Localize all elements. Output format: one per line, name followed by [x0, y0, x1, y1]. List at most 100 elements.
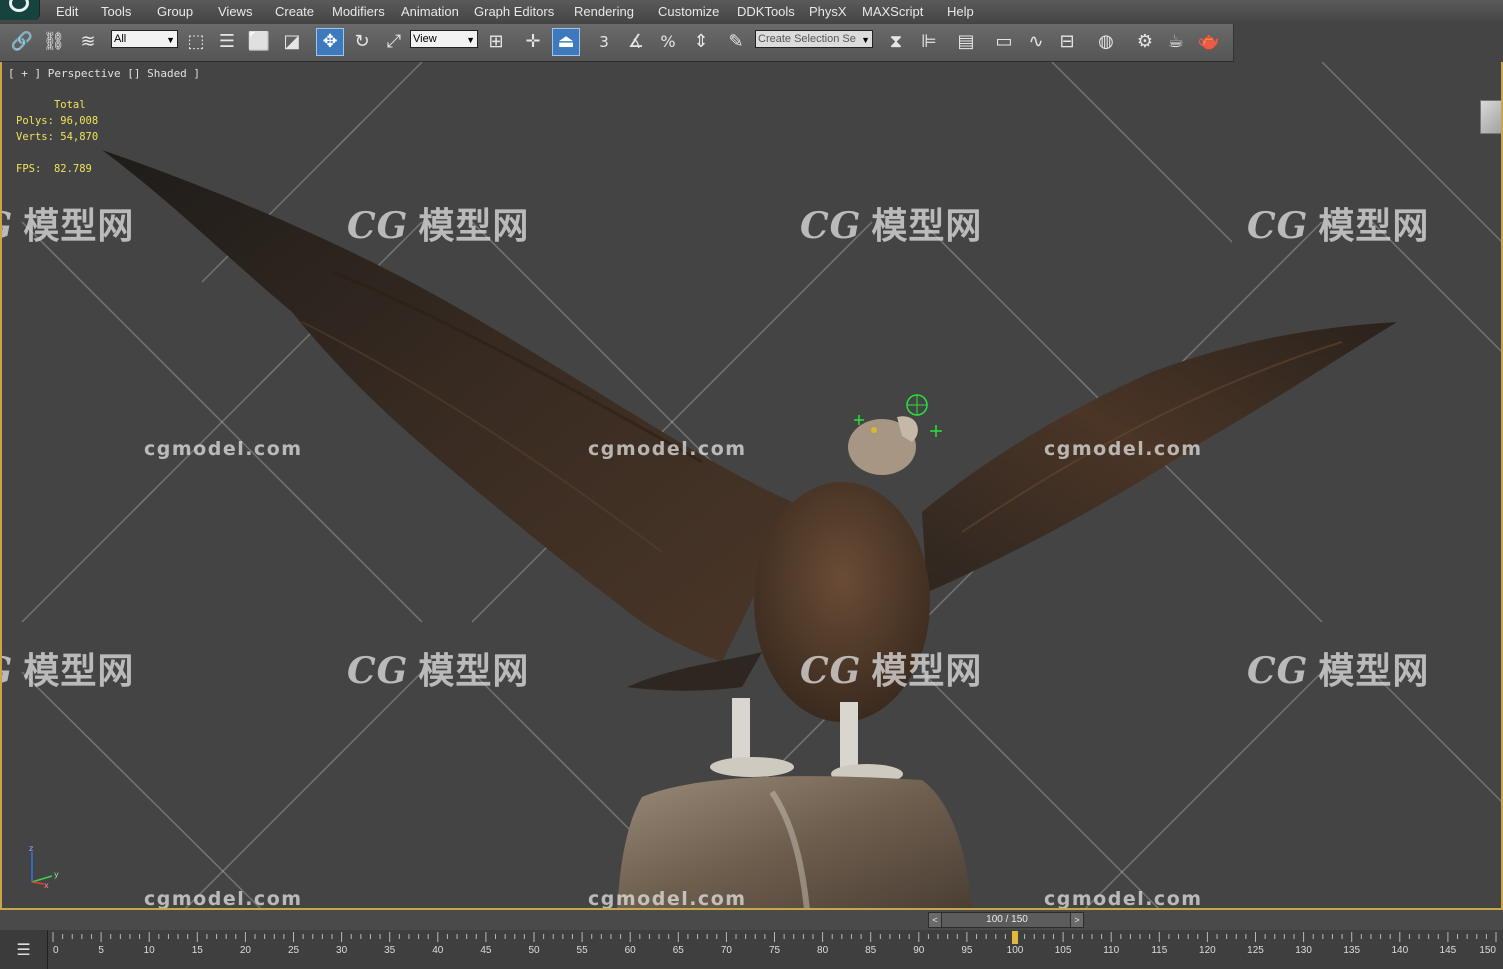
watermark-url: cgmodel.com: [144, 438, 303, 460]
eagle-right-leg: [840, 702, 858, 770]
eagle-scene: [21, 62, 1501, 908]
snaps-toggle-icon[interactable]: 3: [590, 28, 618, 56]
watermark-logo: CG模型网: [1247, 205, 1430, 247]
reference-coordinate-dropdown[interactable]: View ▼: [410, 30, 478, 48]
eagle-tail: [627, 652, 762, 691]
next-frame-button[interactable]: >: [1070, 913, 1083, 927]
frame-ruler[interactable]: 0 5 10 15 20 25 30 35 40 45 50 55 60 65 70 75 80 85 90 95 10…: [48, 930, 1503, 969]
ruler-tick-label: 60: [625, 945, 637, 956]
ruler-tick-label: 130: [1295, 945, 1312, 956]
menu-item-graph-editors[interactable]: Graph Editors: [474, 4, 554, 19]
ruler-tick-label: 115: [1151, 945, 1167, 956]
rendered-frame-window-icon[interactable]: ☕: [1162, 28, 1190, 56]
ruler-tick-label: 105: [1055, 945, 1072, 956]
ruler-tick-label: 120: [1199, 945, 1216, 956]
select-and-manipulate-icon[interactable]: ✛: [519, 28, 547, 56]
menu-item-ddktools[interactable]: DDKTools: [737, 4, 795, 19]
select-object-icon[interactable]: ⬚: [182, 28, 210, 56]
time-slider[interactable]: < 100 / 150 >: [928, 912, 1084, 928]
ruler-tick-label: 75: [769, 945, 781, 956]
ruler-tick-label: 95: [961, 945, 973, 956]
watermark-logo: CG模型网: [1247, 650, 1430, 692]
svg-text:z: z: [29, 844, 33, 853]
angle-snap-icon[interactable]: ∡: [622, 28, 650, 56]
watermark-logo: CG模型网: [347, 205, 530, 247]
window-crossing-icon[interactable]: ◪: [278, 28, 306, 56]
layer-manager-icon[interactable]: ▤: [952, 28, 980, 56]
named-selection-sets-dropdown[interactable]: Create Selection Se ▼: [755, 30, 873, 48]
ruler-tick-label: 15: [192, 945, 204, 956]
ruler-tick-label: 30: [336, 945, 348, 956]
viewport-statistics: Total Polys: 96,008 Verts: 54,870 FPS: 82.…: [16, 99, 99, 175]
material-editor-icon[interactable]: ◍: [1092, 28, 1120, 56]
ruler-tick-label: 65: [673, 945, 685, 956]
menu-bar: Edit Tools Group Views Create Modifiers Animat…: [0, 0, 1503, 24]
menu-item-physx[interactable]: PhysX: [809, 4, 847, 19]
toggle-ribbon-icon[interactable]: ▭: [990, 28, 1018, 56]
render-setup-icon[interactable]: ⚙: [1131, 28, 1159, 56]
rectangular-selection-icon[interactable]: ⬜: [245, 28, 273, 56]
svg-text:y: y: [54, 870, 59, 879]
spinner-snap-icon[interactable]: ⇕: [687, 28, 715, 56]
select-and-move-icon[interactable]: ✥: [316, 28, 344, 56]
unlink-selection-icon[interactable]: ⛓: [40, 28, 68, 56]
menu-item-customize[interactable]: Customize: [658, 4, 719, 19]
watermark-url: cgmodel.com: [1044, 888, 1203, 910]
keyboard-shortcut-override-icon[interactable]: ⏏: [552, 28, 580, 56]
ruler-tick-label: 5: [98, 945, 104, 956]
open-mini-curve-editor-icon[interactable]: ☰: [0, 930, 48, 969]
watermark-logo: CG模型网: [2, 650, 135, 692]
watermark-url: cgmodel.com: [1044, 438, 1203, 460]
mirror-icon[interactable]: ⧗: [882, 28, 910, 56]
perspective-viewport[interactable]: CG模型网 CG模型网 CG模型网 CG模型网 CG模型网 CG模型网 CG模型…: [0, 62, 1503, 910]
select-and-scale-icon[interactable]: ⤢: [380, 28, 408, 56]
svg-text:x: x: [44, 881, 49, 889]
ruler-tick-label: 55: [577, 945, 589, 956]
percent-snap-icon[interactable]: %: [654, 28, 682, 56]
ruler-tick-label: 20: [240, 945, 252, 956]
axis-tripod-icon: z y x: [29, 844, 59, 889]
menu-item-modifiers[interactable]: Modifiers: [332, 4, 385, 19]
watermark-url: cgmodel.com: [588, 888, 747, 910]
ruler-tick-label: 85: [865, 945, 877, 956]
current-frame-marker[interactable]: [1012, 931, 1018, 944]
menu-item-animation[interactable]: Animation: [401, 4, 459, 19]
time-slider-frame-text: 100 / 150: [986, 914, 1028, 925]
select-and-rotate-icon[interactable]: ↻: [348, 28, 376, 56]
menu-item-help[interactable]: Help: [947, 4, 974, 19]
align-icon[interactable]: ⊫: [915, 28, 943, 56]
menu-item-rendering[interactable]: Rendering: [574, 4, 634, 19]
bind-to-space-warp-icon[interactable]: ≋: [74, 28, 102, 56]
select-and-link-icon[interactable]: 🔗: [8, 28, 36, 56]
render-production-icon[interactable]: 🫖: [1195, 28, 1223, 56]
watermark-logo: CG模型网: [2, 205, 135, 247]
select-by-name-icon[interactable]: ☰: [213, 28, 241, 56]
viewcube[interactable]: [1480, 100, 1501, 134]
watermark-url: cgmodel.com: [144, 888, 303, 910]
ruler-tick-label: 100: [1007, 945, 1024, 956]
viewport-label-menu[interactable]: [ + ] Perspective [] Shaded ]: [8, 67, 200, 80]
ruler-tick-label: 70: [721, 945, 733, 956]
menu-item-create[interactable]: Create: [275, 4, 314, 19]
ruler-tick-label: 40: [432, 945, 444, 956]
curve-editor-icon[interactable]: ∿: [1022, 28, 1050, 56]
menu-item-maxscript[interactable]: MAXScript: [862, 4, 923, 19]
timeline: < 100 / 150 > ☰ 0 5 10 15 20 25 30 35 40 45 50 55 60…: [0, 910, 1503, 969]
ruler-tick-label: 25: [288, 945, 300, 956]
watermark-logo: CG模型网: [800, 205, 983, 247]
watermark-url: cgmodel.com: [588, 438, 747, 460]
menu-item-group[interactable]: Group: [157, 4, 193, 19]
edit-named-selection-icon[interactable]: ✎: [722, 28, 750, 56]
eagle-eye: [871, 427, 877, 433]
selection-filter-dropdown[interactable]: All ▼: [111, 30, 178, 48]
schematic-view-icon[interactable]: ⊟: [1053, 28, 1081, 56]
menu-item-views[interactable]: Views: [218, 4, 252, 19]
ruler-tick-label: 110: [1103, 945, 1119, 956]
pivot-center-icon[interactable]: ⊞: [482, 28, 510, 56]
menu-item-tools[interactable]: Tools: [101, 4, 131, 19]
ruler-tick-label: 150: [1479, 945, 1496, 956]
menu-item-edit[interactable]: Edit: [56, 4, 78, 19]
app-logo-button[interactable]: [0, 0, 40, 20]
ruler-tick-label: 125: [1247, 945, 1264, 956]
toolbar-empty-area: [1233, 24, 1503, 62]
